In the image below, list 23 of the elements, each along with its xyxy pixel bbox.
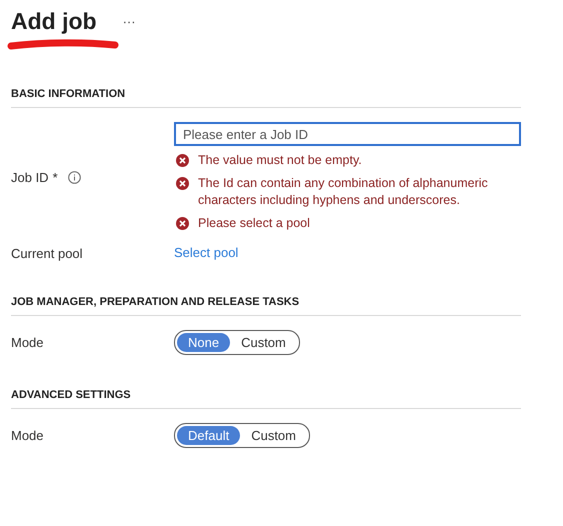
section-heading: ADVANCED SETTINGS bbox=[11, 389, 521, 409]
error-message: The Id can contain any combination of alphanumeric characters including hyphens and underscores. bbox=[198, 175, 489, 209]
field-label: Current pool bbox=[11, 246, 83, 260]
error-icon bbox=[176, 217, 189, 230]
error-message: The value must not be empty. bbox=[198, 152, 362, 169]
select-pool-link[interactable]: Select pool bbox=[174, 245, 238, 260]
field-label: Mode bbox=[11, 335, 44, 350]
more-button[interactable]: ··· bbox=[120, 14, 138, 28]
field-label: Mode bbox=[11, 428, 44, 443]
info-icon[interactable] bbox=[68, 170, 81, 184]
section-heading: JOB MANAGER, PREPARATION AND RELEASE TASKS bbox=[11, 296, 521, 316]
error-icon bbox=[176, 177, 189, 190]
job-id-field[interactable]: Please enter a Job ID bbox=[174, 122, 521, 146]
error-icon bbox=[176, 154, 189, 167]
page-title: Add job bbox=[11, 8, 97, 34]
mode-option[interactable]: None bbox=[177, 333, 230, 352]
mode-option[interactable]: Custom bbox=[240, 426, 307, 445]
required-mark: * bbox=[52, 170, 58, 184]
mode-option[interactable]: Custom bbox=[230, 333, 297, 352]
error-message: Please select a pool bbox=[198, 215, 310, 232]
mode-option[interactable]: Default bbox=[177, 426, 240, 445]
section-heading: BASIC INFORMATION bbox=[11, 88, 521, 108]
field-label: Job ID bbox=[11, 170, 49, 184]
